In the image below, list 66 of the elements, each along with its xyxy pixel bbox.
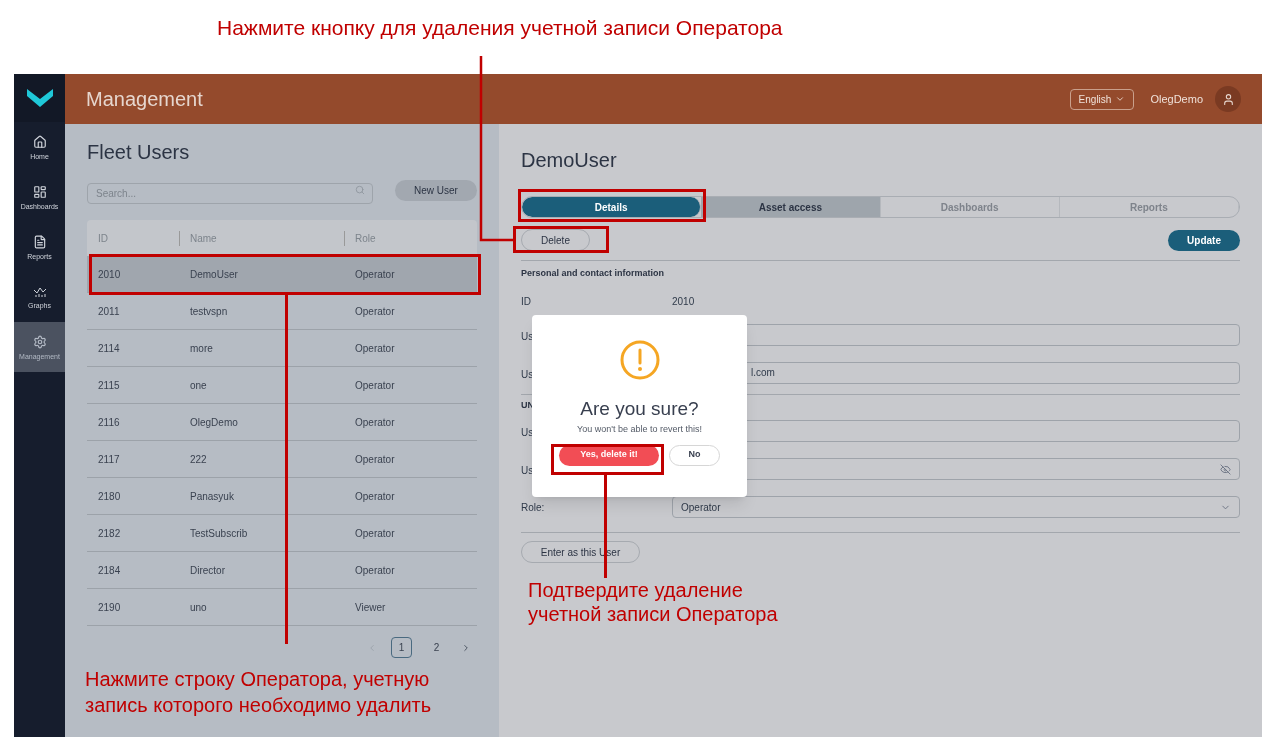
table-cell-text: Operator bbox=[354, 415, 395, 430]
table-cell-text: 2115 bbox=[97, 378, 121, 393]
column-header: Name bbox=[180, 230, 345, 246]
table-cell-text: Operator bbox=[354, 378, 395, 393]
panel-title: Fleet Users bbox=[87, 140, 191, 164]
annotation-text: Нажмите кнопку для удаления учетной записи Оператора bbox=[217, 15, 783, 41]
table-cell-text: Operator bbox=[354, 489, 395, 504]
field-label: Role: bbox=[521, 500, 546, 515]
table-cell-text: Operator bbox=[354, 526, 395, 541]
search-icon bbox=[355, 185, 365, 195]
document-icon bbox=[32, 234, 47, 249]
avatar-icon[interactable] bbox=[1215, 86, 1241, 112]
field-value: 2010 bbox=[672, 294, 695, 309]
dialog-title: Are you sure? bbox=[580, 398, 699, 420]
table-cell-text: one bbox=[189, 378, 208, 393]
table-cell-text: testvspn bbox=[189, 304, 229, 319]
table-cell-text: Viewer bbox=[354, 600, 386, 615]
column-header: Role bbox=[354, 231, 376, 246]
table-cell-text: 2190 bbox=[97, 600, 122, 615]
table-cell-text: OlegDemo bbox=[189, 415, 239, 430]
table-cell-text: 2182 bbox=[97, 526, 122, 541]
page-button[interactable]: 2 bbox=[426, 637, 447, 658]
dashboard-icon bbox=[32, 184, 47, 199]
table-cell-text: 2184 bbox=[97, 563, 122, 578]
gear-icon bbox=[32, 334, 47, 349]
table-cell-text: Operator bbox=[354, 267, 395, 282]
table-cell-text: Director bbox=[189, 563, 226, 578]
warning-icon bbox=[619, 340, 660, 380]
field-label: ID bbox=[521, 294, 532, 309]
table-cell-text: 222 bbox=[189, 452, 208, 467]
tab[interactable]: Details bbox=[522, 197, 702, 217]
annotation-text: Нажмите строку Оператора, учетную запись которого необходимо удалить bbox=[85, 667, 433, 718]
logo-icon bbox=[26, 89, 53, 107]
home-icon bbox=[32, 134, 47, 149]
tab[interactable]: Asset access bbox=[701, 197, 881, 217]
table-cell-text: 2117 bbox=[97, 452, 121, 467]
table-cell-text: TestSubscrib bbox=[189, 526, 249, 541]
table-cell-text: uno bbox=[189, 600, 208, 615]
table-cell-text: more bbox=[189, 341, 214, 356]
graph-icon bbox=[32, 285, 47, 298]
update-button[interactable]: Update bbox=[1168, 229, 1240, 251]
table-cell-text: 2116 bbox=[97, 415, 121, 430]
table-cell-text: Operator bbox=[354, 304, 395, 319]
page-title: Management bbox=[86, 87, 204, 112]
annotation-text: Подтвердите удаление учетной записи Оператора bbox=[528, 578, 779, 626]
next-page-icon[interactable] bbox=[461, 642, 471, 653]
table-cell-text: 2011 bbox=[97, 304, 121, 319]
table-cell-text: 2010 bbox=[97, 267, 122, 282]
table-cell-text: Operator bbox=[354, 452, 395, 467]
language-dropdown[interactable]: English bbox=[1069, 88, 1135, 110]
role-select[interactable]: Operator bbox=[672, 496, 1240, 518]
table-cell-text: DemoUser bbox=[189, 267, 239, 282]
chevron-down-icon bbox=[1115, 94, 1126, 104]
column-header: ID bbox=[87, 230, 180, 246]
table-cell-text: Operator bbox=[354, 341, 395, 356]
page-button[interactable]: 1 bbox=[391, 637, 412, 658]
user-title: DemoUser bbox=[521, 148, 618, 172]
table-cell-text: 2180 bbox=[97, 489, 122, 504]
dialog-message: You won't be able to revert this! bbox=[577, 423, 702, 436]
section-heading: Personal and contact information bbox=[521, 267, 666, 280]
table-cell-text: Panasyuk bbox=[189, 489, 235, 504]
table-cell-text: 2114 bbox=[97, 341, 121, 356]
user-name: OlegDemo bbox=[1150, 91, 1203, 107]
new-user-button[interactable]: New User bbox=[395, 180, 477, 201]
table-cell-text: Operator bbox=[354, 563, 395, 578]
eye-off-icon[interactable] bbox=[1220, 463, 1231, 475]
